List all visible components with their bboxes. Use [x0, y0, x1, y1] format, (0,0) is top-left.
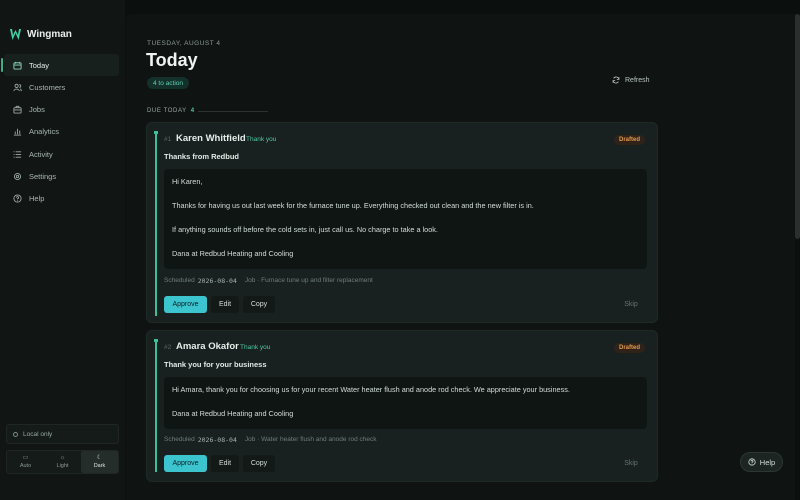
skip-button[interactable]: Skip	[621, 296, 641, 313]
due-today-count: 4	[190, 108, 195, 114]
message-paragraph: Thanks for having us out last week for t…	[172, 201, 534, 210]
message-card: #2 Amara Okafor Thank you Drafted Thank …	[146, 330, 658, 482]
copy-button[interactable]: Copy	[243, 296, 275, 313]
refresh-icon	[612, 76, 620, 84]
message-paragraph: Hi Karen,	[172, 177, 203, 186]
message-type-tag: Thank you	[246, 136, 277, 143]
card-meta: Scheduled 2026-08-04 Job · Water heater …	[164, 436, 377, 444]
list-icon	[13, 150, 22, 159]
help-circle-icon	[748, 458, 756, 466]
sidebar-item-analytics[interactable]: Analytics	[4, 121, 119, 143]
page-title: Today	[146, 50, 198, 70]
due-today-label: DUE TODAY	[147, 108, 187, 114]
sun-icon: ☼	[59, 455, 66, 461]
theme-option-label: Auto	[19, 463, 32, 469]
theme-option-label: Dark	[93, 463, 106, 469]
sidebar-item-label: Today	[29, 60, 50, 70]
monitor-icon: ▭	[22, 455, 29, 461]
to-action-badge: 4 to action	[147, 77, 189, 89]
brand[interactable]: Wingman	[10, 28, 72, 41]
sidebar-item-settings[interactable]: Settings	[4, 165, 119, 187]
gear-icon	[13, 172, 22, 181]
local-only-indicator: Local only	[6, 424, 119, 444]
message-type-tag: Thank you	[240, 344, 271, 351]
edit-button[interactable]: Edit	[211, 296, 239, 313]
theme-option-dark[interactable]: ☾ Dark	[81, 451, 118, 473]
message-subject: Thanks from Redbud	[164, 152, 240, 161]
local-only-label: Local only	[23, 430, 53, 438]
card-meta: Scheduled 2026-08-04 Job · Furnace tune …	[164, 277, 373, 285]
message-body[interactable]: Hi Karen, Thanks for having us out last …	[164, 169, 647, 269]
sidebar-item-customers[interactable]: Customers	[4, 76, 119, 98]
moon-icon: ☾	[96, 455, 103, 461]
help-circle-icon	[13, 194, 22, 203]
scheduled-label: Scheduled	[164, 436, 195, 443]
sidebar-item-label: Settings	[29, 171, 57, 181]
status-badge: Drafted	[613, 343, 645, 353]
header-date: TUESDAY, AUGUST 4	[147, 40, 221, 47]
message-paragraph: Hi Amara, thank you for choosing us for …	[172, 385, 570, 394]
status-badge: Drafted	[613, 135, 645, 145]
message-paragraph: Dana at Redbud Heating and Cooling	[172, 249, 294, 258]
sidebar-item-label: Jobs	[29, 105, 45, 115]
calendar-icon	[13, 61, 22, 70]
app-name: Wingman	[27, 29, 72, 40]
card-number: #1	[164, 136, 172, 143]
scheduled-date: 2026-08-04	[197, 436, 237, 444]
theme-option-label: Light	[56, 463, 69, 469]
message-body[interactable]: Hi Amara, thank you for choosing us for …	[164, 377, 647, 429]
scheduled-label: Scheduled	[164, 277, 195, 284]
theme-switch: ▭ Auto ☼ Light ☾ Dark	[6, 450, 119, 474]
customer-name[interactable]: Amara Okafor	[176, 341, 239, 352]
sidebar-item-jobs[interactable]: Jobs	[4, 99, 119, 121]
message-paragraph: Dana at Redbud Heating and Cooling	[172, 409, 294, 418]
sidebar-item-label: Help	[29, 194, 45, 204]
scheduled-date: 2026-08-04	[197, 277, 237, 285]
approve-button[interactable]: Approve	[164, 455, 207, 472]
sidebar-item-label: Activity	[29, 149, 53, 159]
sidebar-item-label: Analytics	[29, 127, 60, 137]
approve-button[interactable]: Approve	[164, 296, 207, 313]
message-paragraph: If anything sounds off before the cold s…	[172, 225, 438, 234]
theme-option-light[interactable]: ☼ Light	[44, 451, 81, 473]
refresh-button[interactable]: Refresh	[612, 74, 650, 86]
edit-button[interactable]: Edit	[211, 455, 239, 472]
copy-button[interactable]: Copy	[243, 455, 275, 472]
sidebar: Wingman Today Customers Jobs Analytics A…	[0, 0, 125, 500]
sidebar-item-today[interactable]: Today	[1, 54, 119, 76]
help-label: Help	[759, 457, 776, 467]
theme-option-auto[interactable]: ▭ Auto	[7, 451, 44, 473]
card-accent-bar	[153, 339, 158, 472]
due-today-header: DUE TODAY 4	[147, 108, 195, 114]
scrollbar[interactable]	[795, 14, 800, 239]
bar-chart-icon	[13, 127, 22, 136]
status-dot-icon	[13, 431, 18, 437]
sidebar-item-help[interactable]: Help	[4, 188, 119, 210]
card-accent-bar	[153, 131, 158, 316]
help-floating-button[interactable]: Help	[740, 452, 783, 472]
sidebar-nav: Today Customers Jobs Analytics Activity	[1, 54, 119, 210]
message-subject: Thank you for your business	[164, 360, 267, 369]
wingman-logo-icon	[10, 29, 21, 40]
customer-name[interactable]: Karen Whitfield	[176, 133, 246, 144]
briefcase-icon	[13, 105, 22, 114]
message-card: #1 Karen Whitfield Thank you Drafted Tha…	[146, 122, 658, 323]
card-number: #2	[164, 344, 172, 351]
sidebar-item-label: Customers	[29, 82, 66, 92]
section-divider	[198, 111, 268, 112]
skip-button[interactable]: Skip	[621, 455, 641, 472]
sidebar-item-activity[interactable]: Activity	[4, 143, 119, 165]
job-description: Job · Water heater flush and anode rod c…	[244, 436, 377, 443]
refresh-label: Refresh	[625, 76, 650, 84]
job-description: Job · Furnace tune up and filter replace…	[244, 277, 373, 284]
users-icon	[13, 83, 22, 92]
